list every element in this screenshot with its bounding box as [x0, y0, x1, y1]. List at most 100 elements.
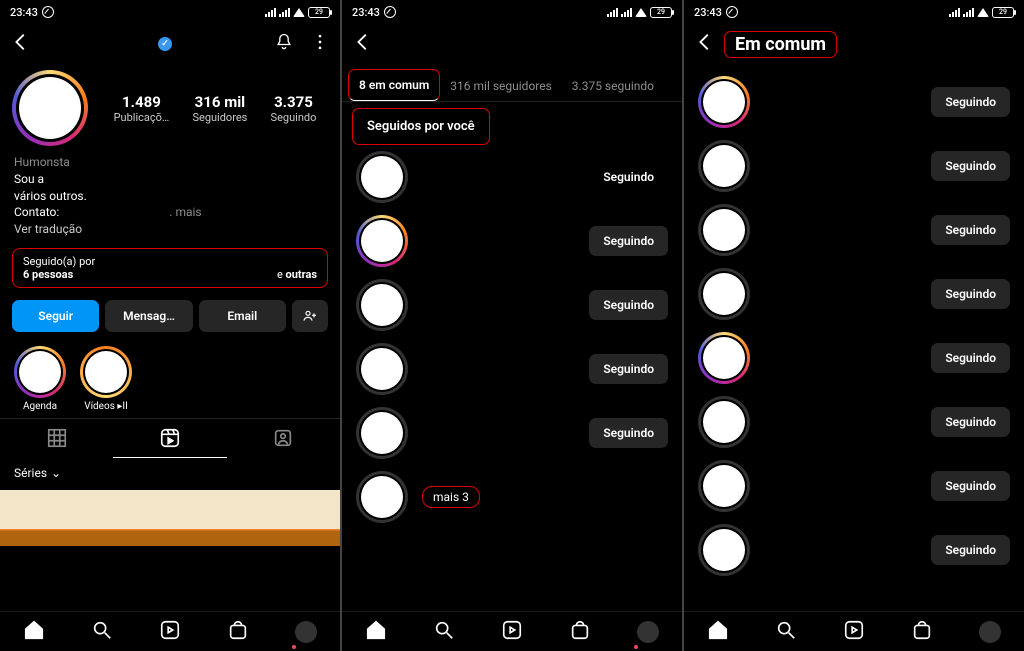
email-button[interactable]: Email: [199, 300, 286, 332]
tab-mutual[interactable]: 8 em comum: [348, 69, 440, 101]
signal-icon-2: [963, 8, 974, 17]
nav-shop[interactable]: [911, 619, 933, 645]
following-button[interactable]: Seguindo: [931, 343, 1010, 373]
tab-tagged[interactable]: [227, 419, 340, 458]
nav-reels[interactable]: [159, 619, 181, 645]
more-options-button[interactable]: [310, 32, 330, 56]
battery-icon: 29: [992, 7, 1014, 18]
notification-dot-icon: [292, 645, 296, 649]
signal-icon: [949, 8, 960, 17]
follower-item[interactable]: Seguindo: [684, 326, 1024, 390]
following-button[interactable]: Seguindo: [931, 215, 1010, 245]
nav-reels[interactable]: [501, 619, 523, 645]
stat-posts[interactable]: 1.489 Publicaçõ…: [114, 93, 170, 124]
status-bar: 23:43 29: [342, 0, 682, 24]
tab-following[interactable]: 3.375 seguindo: [562, 71, 664, 101]
follower-item[interactable]: Seguindo: [684, 70, 1024, 134]
phone-screen-followers-tabs: 23:43 29 8 em comum 316 mil seguidores 3…: [342, 0, 682, 651]
following-button[interactable]: Seguindo: [589, 290, 668, 320]
bottom-nav: [0, 611, 340, 651]
reel-thumbnail[interactable]: [0, 490, 340, 546]
signal-icon-2: [279, 8, 290, 17]
nav-reels[interactable]: [843, 619, 865, 645]
following-button[interactable]: Seguindo: [931, 87, 1010, 117]
follower-item[interactable]: Seguindo: [684, 198, 1024, 262]
message-button[interactable]: Mensag…: [105, 300, 192, 332]
follower-item-more[interactable]: mais 3: [342, 465, 682, 529]
profile-bio: Humonsta Sou a vários outros. Contato:. …: [0, 152, 340, 240]
back-button[interactable]: [10, 31, 32, 57]
signal-icon: [607, 8, 618, 17]
series-dropdown[interactable]: Séries⌄: [0, 458, 340, 488]
following-button[interactable]: Seguindo: [931, 471, 1010, 501]
nav-shop[interactable]: [227, 619, 249, 645]
compass-icon: [42, 6, 54, 18]
section-followed-by-you: Seguidos por você: [352, 108, 490, 145]
follower-item[interactable]: Seguindo: [684, 454, 1024, 518]
signal-icon: [265, 8, 276, 17]
battery-icon: 29: [308, 7, 330, 18]
suggest-users-button[interactable]: [292, 300, 328, 332]
tab-followers[interactable]: 316 mil seguidores: [440, 71, 562, 101]
nav-search[interactable]: [433, 619, 455, 645]
following-button[interactable]: Seguindo: [931, 535, 1010, 565]
bio-more-link[interactable]: . mais: [169, 205, 201, 219]
following-button[interactable]: Seguindo: [589, 354, 668, 384]
nav-profile[interactable]: [979, 621, 1001, 643]
highlight-videos[interactable]: Vídeos ▸II: [80, 346, 132, 412]
page-title: Em comum: [724, 31, 837, 58]
followed-by-box[interactable]: Seguido(a) por 6 pessoas e e outrasoutra…: [12, 248, 328, 288]
chevron-down-icon: ⌄: [51, 466, 61, 480]
follower-item[interactable]: Seguindo: [684, 134, 1024, 198]
profile-avatar[interactable]: [12, 70, 88, 146]
back-button[interactable]: [694, 31, 716, 57]
following-button[interactable]: Seguindo: [589, 162, 668, 192]
nav-profile[interactable]: [295, 621, 317, 643]
nav-profile[interactable]: [637, 621, 659, 643]
status-bar: 23:43 29: [684, 0, 1024, 24]
nav-search[interactable]: [91, 619, 113, 645]
following-button[interactable]: Seguindo: [589, 418, 668, 448]
following-button[interactable]: Seguindo: [589, 226, 668, 256]
following-button[interactable]: Seguindo: [931, 407, 1010, 437]
verified-badge-icon: [158, 37, 172, 51]
bottom-nav: [684, 611, 1024, 651]
wifi-icon: [635, 8, 647, 17]
following-button[interactable]: Seguindo: [931, 279, 1010, 309]
tab-reels[interactable]: [113, 419, 226, 458]
follower-item[interactable]: Seguindo: [684, 518, 1024, 582]
translate-link[interactable]: Ver tradução: [14, 221, 326, 238]
follower-item[interactable]: Seguindo: [342, 401, 682, 465]
follower-item[interactable]: Seguindo: [342, 145, 682, 209]
wifi-icon: [977, 8, 989, 17]
signal-icon-2: [621, 8, 632, 17]
notification-dot-icon: [634, 645, 638, 649]
bottom-nav: [342, 611, 682, 651]
stat-following[interactable]: 3.375 Seguindo: [271, 93, 317, 124]
nav-home[interactable]: [707, 619, 729, 645]
compass-icon: [726, 6, 738, 18]
follower-item[interactable]: Seguindo: [342, 209, 682, 273]
back-button[interactable]: [352, 31, 374, 57]
battery-icon: 29: [650, 7, 672, 18]
compass-icon: [384, 6, 396, 18]
follower-item[interactable]: Seguindo: [342, 337, 682, 401]
nav-home[interactable]: [365, 619, 387, 645]
top-nav: [0, 24, 340, 64]
stat-followers[interactable]: 316 mil Seguidores: [192, 93, 247, 124]
phone-screen-in-common: 23:43 29 Em comum Seguindo Seguindo Segu…: [684, 0, 1024, 651]
follow-button[interactable]: Seguir: [12, 300, 99, 332]
nav-search[interactable]: [775, 619, 797, 645]
notifications-button[interactable]: [274, 32, 294, 56]
follower-item[interactable]: Seguindo: [684, 262, 1024, 326]
status-bar: 23:43 29: [0, 0, 340, 24]
wifi-icon: [293, 8, 305, 17]
follower-item[interactable]: Seguindo: [684, 390, 1024, 454]
highlight-agenda[interactable]: Agenda: [14, 346, 66, 412]
nav-shop[interactable]: [569, 619, 591, 645]
follower-item[interactable]: Seguindo: [342, 273, 682, 337]
tab-grid[interactable]: [0, 419, 113, 458]
more-count[interactable]: mais 3: [422, 486, 480, 508]
following-button[interactable]: Seguindo: [931, 151, 1010, 181]
nav-home[interactable]: [23, 619, 45, 645]
